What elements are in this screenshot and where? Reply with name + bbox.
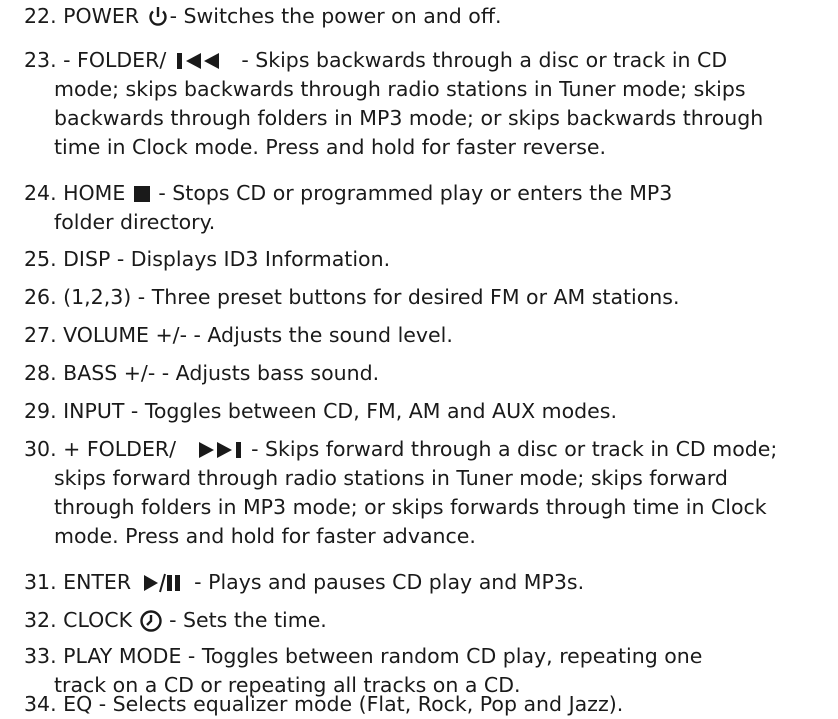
item-number: 32. [24, 608, 57, 632]
item-description: - Skips backwards through a disc or trac… [234, 48, 728, 72]
item-label: - FOLDER/ [56, 48, 173, 72]
item-description: DISP - Displays ID3 Information. [56, 247, 391, 271]
list-item-31: 31. ENTER - Plays and pauses CD play and… [24, 568, 836, 597]
item-number: 28. [24, 361, 57, 385]
item-description: PLAY MODE - Toggles between random CD pl… [56, 644, 703, 668]
item-continuation: through folders in MP3 mode; or skips fo… [54, 495, 767, 519]
clock-icon [139, 609, 163, 633]
item-number: 26. [24, 285, 57, 309]
item-description: BASS +/- - Adjusts bass sound. [56, 361, 380, 385]
item-label: POWER [56, 4, 146, 28]
item-continuation: backwards through folders in MP3 mode; o… [54, 106, 764, 130]
item-number: 34. [24, 692, 57, 716]
item-number: 27. [24, 323, 57, 347]
list-item-23: 23. - FOLDER/ - Skips backwards through … [24, 46, 836, 162]
list-item-24: 24. HOME - Stops CD or programmed play o… [24, 179, 836, 237]
item-continuation: mode; skips backwards through radio stat… [54, 77, 746, 101]
skip-forward-icon [183, 440, 245, 460]
list-item-26: 26. (1,2,3) - Three preset buttons for d… [24, 283, 836, 312]
item-number: 23. [24, 48, 57, 72]
item-description: - Plays and pauses CD play and MP3s. [187, 570, 585, 594]
power-icon [146, 5, 170, 29]
list-item-29: 29. INPUT - Toggles between CD, FM, AM a… [24, 397, 836, 426]
item-label: HOME [56, 181, 132, 205]
list-item-34: 34. EQ - Selects equalizer mode (Flat, R… [24, 690, 836, 719]
item-continuation: mode. Press and hold for faster advance. [54, 524, 476, 548]
stop-square-icon [132, 184, 152, 204]
item-number: 31. [24, 570, 57, 594]
item-description: - Stops CD or programmed play or enters … [151, 181, 673, 205]
list-item-30: 30. + FOLDER/ - Skips forward through a … [24, 435, 836, 551]
item-continuation: skips forward through radio stations in … [54, 466, 728, 490]
item-description: - Switches the power on and off. [169, 4, 502, 28]
item-description: VOLUME +/- - Adjusts the sound level. [56, 323, 453, 347]
item-description: - Skips forward through a disc or track … [244, 437, 778, 461]
item-label: + FOLDER/ [56, 437, 183, 461]
item-label: ENTER [56, 570, 138, 594]
play-pause-icon [138, 573, 188, 593]
list-item-27: 27. VOLUME +/- - Adjusts the sound level… [24, 321, 836, 350]
skip-back-icon [173, 51, 235, 71]
item-continuation: time in Clock mode. Press and hold for f… [54, 135, 607, 159]
list-item-28: 28. BASS +/- - Adjusts bass sound. [24, 359, 836, 388]
item-number: 29. [24, 399, 57, 423]
item-description: (1,2,3) - Three preset buttons for desir… [56, 285, 680, 309]
item-number: 30. [24, 437, 57, 461]
item-label: CLOCK [56, 608, 139, 632]
item-description: - Sets the time. [162, 608, 327, 632]
item-number: 33. [24, 644, 57, 668]
item-description: EQ - Selects equalizer mode (Flat, Rock,… [56, 692, 624, 716]
instruction-list: 22. POWER - Switches the power on and of… [0, 0, 838, 718]
item-number: 22. [24, 4, 57, 28]
list-item-22: 22. POWER - Switches the power on and of… [24, 2, 836, 31]
item-number: 25. [24, 247, 57, 271]
item-continuation: folder directory. [54, 210, 216, 234]
item-description: INPUT - Toggles between CD, FM, AM and A… [56, 399, 617, 423]
item-number: 24. [24, 181, 57, 205]
list-item-25: 25. DISP - Displays ID3 Information. [24, 245, 836, 274]
list-item-32: 32. CLOCK - Sets the time. [24, 606, 836, 635]
